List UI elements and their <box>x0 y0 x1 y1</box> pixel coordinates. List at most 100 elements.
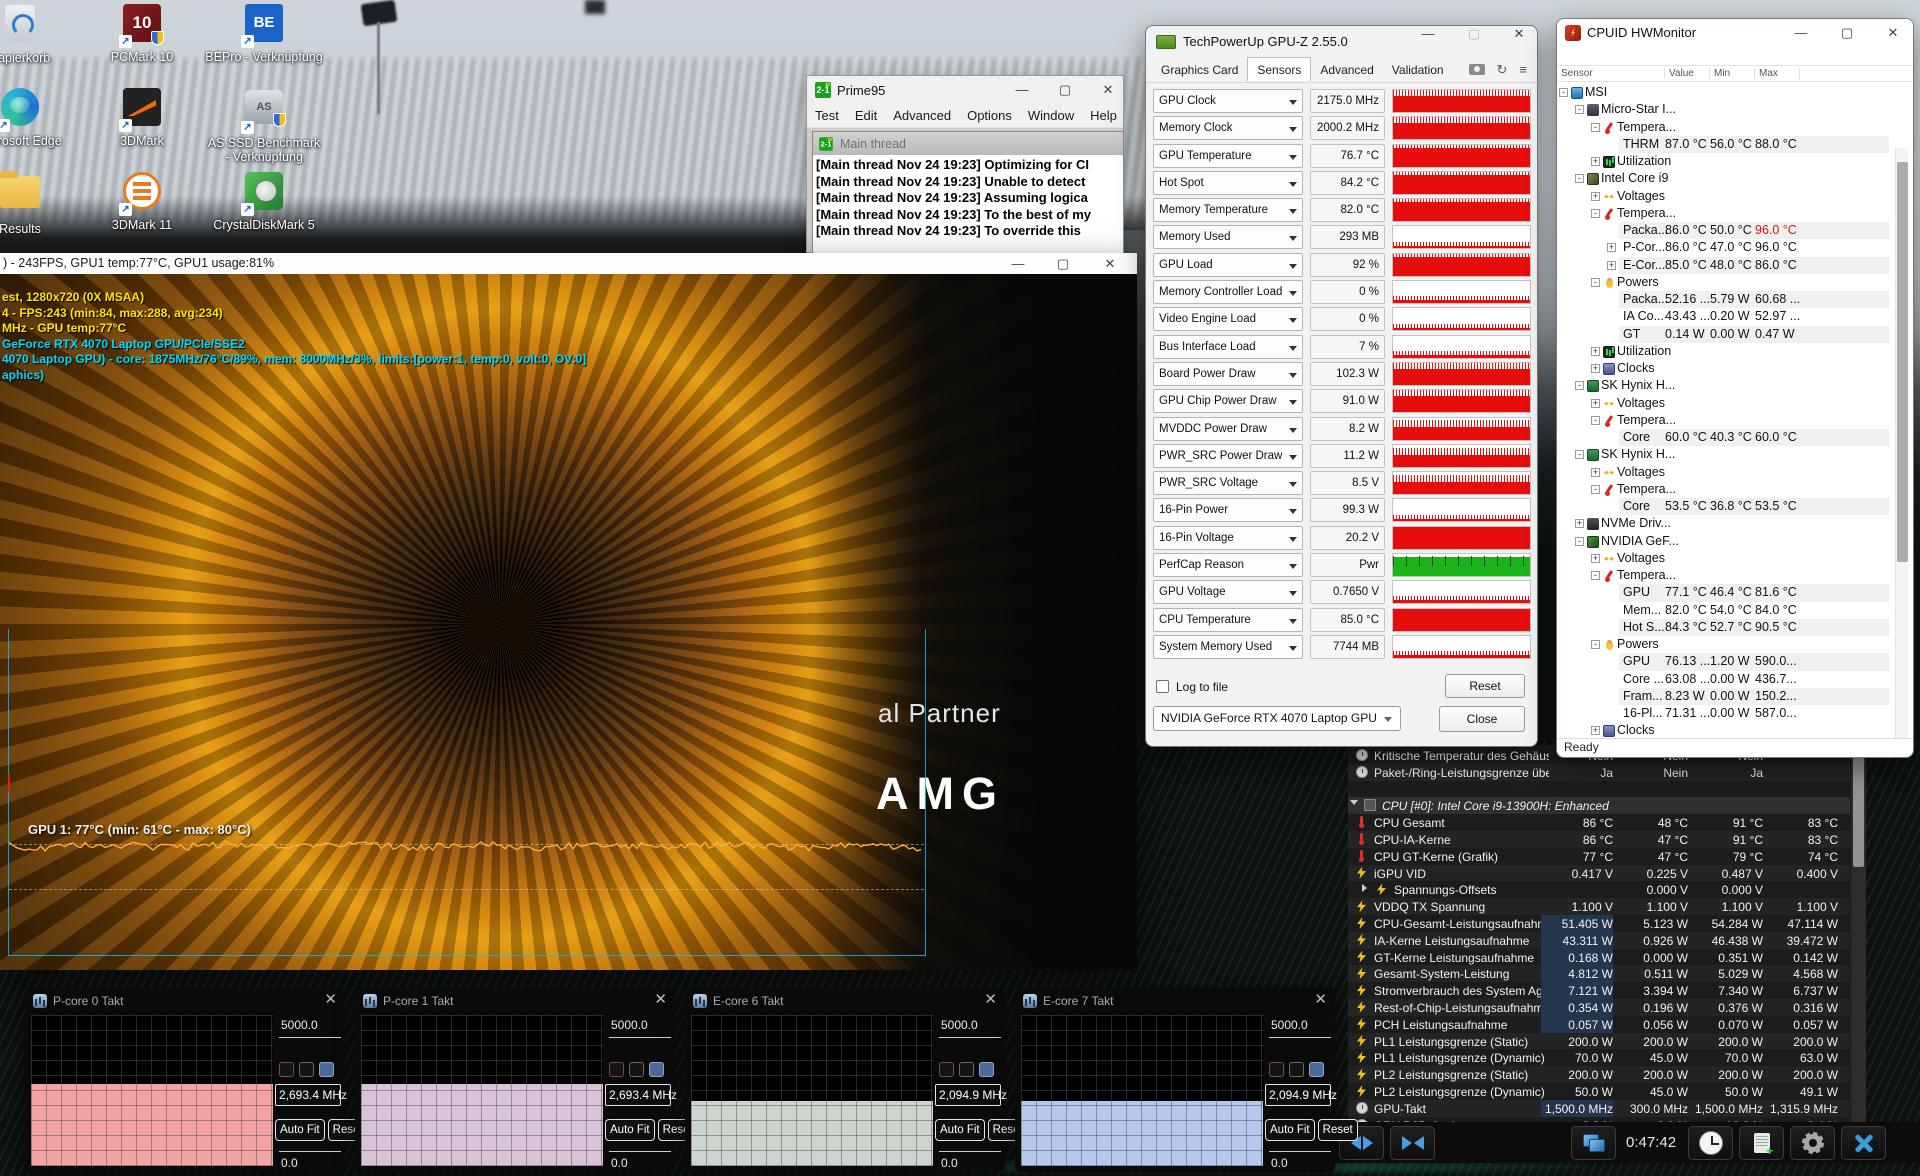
hwinfo-row[interactable]: PCH Leistungsaufnahme0.057 W0.056 W0.070… <box>1348 1016 1850 1033</box>
hwmonitor-row[interactable]: +Voltages <box>1557 550 1913 567</box>
hwmonitor-row[interactable]: -SK Hynix H... <box>1557 446 1913 463</box>
hwmonitor-row[interactable]: Packa...86.0 °C50.0 °C96.0 °C <box>1557 222 1913 239</box>
refresh-icon[interactable]: ↻ <box>1497 62 1508 78</box>
tab-validation[interactable]: Validation <box>1383 58 1453 81</box>
hwmonitor-row[interactable]: Fram...8.23 W0.00 W150.2... <box>1557 688 1913 705</box>
desktop-icon-crystaldiskmark[interactable]: ↗CrystalDiskMark 5 <box>204 170 324 232</box>
tree-expander-icon[interactable]: - <box>1575 174 1584 183</box>
hwmonitor-row[interactable]: +P-Cor...86.0 °C47.0 °C96.0 °C <box>1557 239 1913 256</box>
hwinfo-row[interactable]: Gesamt-System-Leistung4.812 W0.511 W5.02… <box>1348 965 1850 982</box>
hwinfo-row[interactable]: CPU Gesamt86 °C48 °C91 °C83 °C <box>1348 814 1850 831</box>
sensor-label-dropdown[interactable]: Bus Interface Load <box>1153 335 1303 359</box>
hwmonitor-row[interactable]: -Tempera... <box>1557 119 1913 136</box>
tree-expander-icon[interactable]: - <box>1575 450 1584 459</box>
sensor-label-dropdown[interactable]: GPU Voltage <box>1153 580 1303 604</box>
prime95-menu-edit[interactable]: Edit <box>847 108 885 123</box>
hwmonitor-row[interactable]: -Micro-Star I... <box>1557 101 1913 118</box>
hwmonitor-row[interactable]: -Powers <box>1557 274 1913 291</box>
minimize-icon[interactable]: — <box>1003 253 1033 274</box>
sensor-label-dropdown[interactable]: PerfCap Reason <box>1153 553 1303 577</box>
hwmonitor-titlebar[interactable]: CPUID HWMonitor — ▢ ✕ <box>1557 19 1913 46</box>
sensor-label-dropdown[interactable]: Hot Spot <box>1153 171 1303 195</box>
tab-graphics-card[interactable]: Graphics Card <box>1152 58 1247 81</box>
sensor-label-dropdown[interactable]: GPU Chip Power Draw <box>1153 389 1303 413</box>
hwmonitor-row[interactable]: THRM87.0 °C56.0 °C88.0 °C <box>1557 136 1913 153</box>
auto-fit-button[interactable]: Auto Fit <box>935 1119 985 1141</box>
desktop-icon-bepro[interactable]: BE↗BEPro - Verknüpfung <box>204 2 324 64</box>
hwmonitor-row[interactable]: +Utilization <box>1557 343 1913 360</box>
prime95-menu-window[interactable]: Window <box>1020 108 1082 123</box>
hwmonitor-row[interactable]: -Powers <box>1557 636 1913 653</box>
sensor-label-dropdown[interactable]: GPU Temperature <box>1153 144 1303 168</box>
checkbox-icon[interactable] <box>279 1062 294 1077</box>
tree-expander-icon[interactable]: - <box>1591 123 1600 132</box>
sensor-label-dropdown[interactable]: MVDDC Power Draw <box>1153 417 1303 441</box>
gpuz-titlebar[interactable]: TechPowerUp GPU-Z 2.55.0 — ▢ ✕ <box>1146 26 1537 57</box>
hwmonitor-row[interactable]: +E-Cor...85.0 °C48.0 °C86.0 °C <box>1557 257 1913 274</box>
sensor-label-dropdown[interactable]: System Memory Used <box>1153 635 1303 659</box>
tree-expander-icon[interactable]: + <box>1591 364 1600 373</box>
hwmonitor-row[interactable]: -Intel Core i9 <box>1557 170 1913 187</box>
checkbox-icon[interactable] <box>1289 1062 1304 1077</box>
desktop-icon-3dmark-11[interactable]: ↗3DMark 11 <box>82 170 202 232</box>
desktop-icon-3dmark[interactable]: ↗3DMark <box>82 86 202 148</box>
tree-expander-icon[interactable]: - <box>1575 105 1584 114</box>
reset-button[interactable]: Reset <box>1318 1119 1358 1141</box>
tree-expander-icon[interactable]: - <box>1559 88 1568 97</box>
prime95-main-thread-window[interactable]: 2-1 Main thread [Main thread Nov 24 19:2… <box>812 131 1124 271</box>
prime95-menu-options[interactable]: Options <box>959 108 1020 123</box>
collapse-columns-button[interactable] <box>1390 1126 1435 1160</box>
tree-expander-icon[interactable]: - <box>1591 571 1600 580</box>
scrollbar[interactable] <box>1895 148 1908 738</box>
hwinfo-section-header[interactable]: CPU [#0]: Intel Core i9-13900H: Enhanced <box>1348 797 1850 814</box>
menu-icon[interactable]: ≡ <box>1519 62 1527 78</box>
tree-expander-icon[interactable]: + <box>1591 157 1600 166</box>
sensor-label-dropdown[interactable]: Memory Temperature <box>1153 198 1303 222</box>
hwmonitor-row[interactable]: -Tempera... <box>1557 567 1913 584</box>
checkbox-icon[interactable] <box>939 1062 954 1077</box>
prime95-titlebar[interactable]: 2-1 Prime95 — ▢ ✕ <box>807 76 1123 104</box>
tree-expander-icon[interactable]: + <box>1591 468 1600 477</box>
hwmonitor-row[interactable]: -Tempera... <box>1557 205 1913 222</box>
core-window-titlebar[interactable]: E-core 7 Takt✕ <box>1015 988 1335 1013</box>
hwmonitor-row[interactable]: Core60.0 °C40.3 °C60.0 °C <box>1557 429 1913 446</box>
tree-expander-icon[interactable]: - <box>1591 209 1600 218</box>
hwmonitor-row[interactable]: +Voltages <box>1557 464 1913 481</box>
hwinfo-row[interactable]: PL2 Leistungsgrenze (Static)200.0 W200.0… <box>1348 1066 1850 1083</box>
hwinfo-row[interactable]: Spannungs-Offsets0.000 V0.000 V <box>1348 881 1850 898</box>
tree-expander-icon[interactable]: - <box>1575 537 1584 546</box>
sensor-label-dropdown[interactable]: Video Engine Load <box>1153 307 1303 331</box>
checkbox-icon[interactable] <box>299 1062 314 1077</box>
sensor-label-dropdown[interactable]: PWR_SRC Power Draw <box>1153 444 1303 468</box>
hwmonitor-row[interactable]: Core53.5 °C36.8 °C53.5 °C <box>1557 498 1913 515</box>
desktop-icon-folder[interactable]: Results <box>0 170 80 236</box>
sensor-label-dropdown[interactable]: GPU Clock <box>1153 89 1303 113</box>
hwinfo-row[interactable]: CPU-IA-Kerne86 °C47 °C91 °C83 °C <box>1348 831 1850 848</box>
desktop-icon-recycle-bin[interactable]: Papierkorb <box>0 2 80 65</box>
tab-sensors[interactable]: Sensors <box>1247 57 1311 81</box>
chevron-right-icon[interactable] <box>1362 884 1367 892</box>
hwmonitor-row[interactable]: +NVMe Driv... <box>1557 515 1913 532</box>
tree-expander-icon[interactable]: + <box>1591 726 1600 735</box>
desktop-icon-edge[interactable]: ↗Microsoft Edge <box>0 86 80 148</box>
sensor-label-dropdown[interactable]: Board Power Draw <box>1153 362 1303 386</box>
maximize-icon[interactable]: ▢ <box>1048 253 1078 274</box>
checkbox-icon[interactable] <box>319 1062 334 1077</box>
hwinfo-row[interactable]: GPU-Takt1,500.0 MHz300.0 MHz1,500.0 MHz1… <box>1348 1100 1850 1117</box>
tree-expander-icon[interactable]: - <box>1591 278 1600 287</box>
checkbox-icon[interactable] <box>629 1062 644 1077</box>
sensor-label-dropdown[interactable]: 16-Pin Voltage <box>1153 526 1303 550</box>
sensor-label-dropdown[interactable]: Memory Controller Load <box>1153 280 1303 304</box>
close-icon[interactable]: ✕ <box>1093 76 1123 104</box>
report-button[interactable] <box>1739 1126 1784 1160</box>
hwinfo-row[interactable]: PL1 Leistungsgrenze (Dynamic)70.0 W45.0 … <box>1348 1049 1850 1066</box>
hwmonitor-row[interactable]: +Clocks <box>1557 360 1913 377</box>
desktop-icon-pcmark-10[interactable]: 10↗PCMark 10 <box>82 2 202 64</box>
hwmonitor-row[interactable]: Packa...52.16 ...5.79 W60.68 ... <box>1557 291 1913 308</box>
hwinfo-row[interactable]: GT-Kerne Leistungsaufnahme0.168 W0.000 W… <box>1348 949 1850 966</box>
close-icon[interactable]: ✕ <box>984 990 997 1008</box>
close-icon[interactable]: ✕ <box>654 990 667 1008</box>
tree-expander-icon[interactable]: - <box>1575 381 1584 390</box>
auto-fit-button[interactable]: Auto Fit <box>605 1119 655 1141</box>
sensor-label-dropdown[interactable]: GPU Load <box>1153 253 1303 277</box>
